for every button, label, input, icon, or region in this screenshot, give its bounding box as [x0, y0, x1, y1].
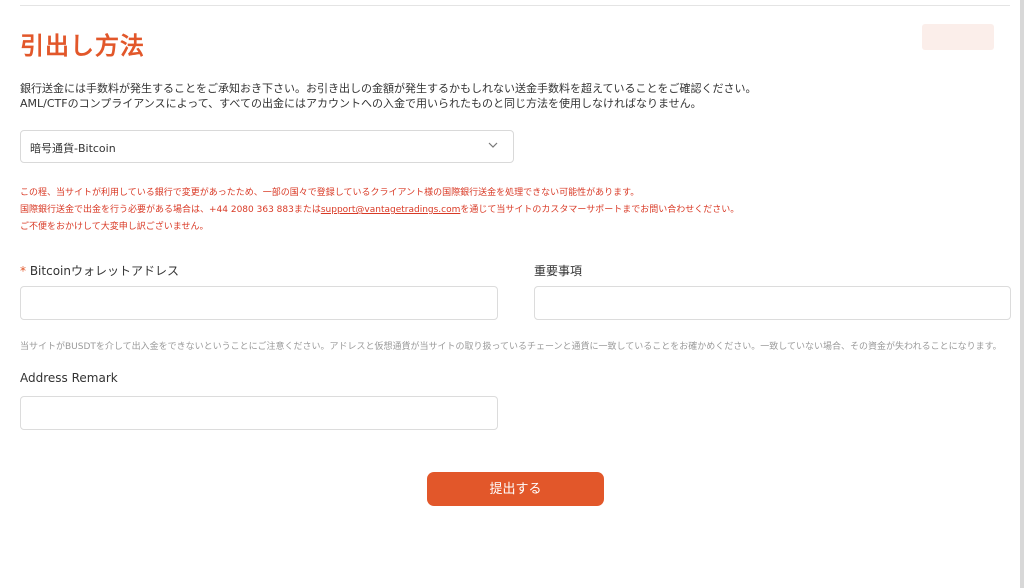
- faded-badge: [922, 24, 994, 50]
- bank-warning-contact-suffix: を通じて当サイトのカスタマーサポートまでお問い合わせください。: [460, 205, 740, 215]
- wallet-address-label-text: Bitcoinウォレットアドレス: [29, 264, 179, 278]
- support-email-link[interactable]: support@vantagetradings.com: [321, 205, 461, 215]
- busdt-hint: 当サイトがBUSDTを介して出入金をできないということにご注意ください。アドレス…: [20, 342, 1002, 352]
- important-notes-label: 重要事項: [534, 264, 583, 278]
- bank-warning-line-3: ご不便をおかけして大変申し訳ございません。: [20, 222, 209, 232]
- required-marker: *: [20, 264, 26, 278]
- submit-button[interactable]: 提出する: [427, 472, 604, 506]
- withdrawal-method-select[interactable]: 暗号通貨-Bitcoin: [20, 130, 514, 163]
- bank-warning: この程、当サイトが利用している銀行で変更があったため、一部の国々で登録しているク…: [20, 185, 739, 236]
- fee-notice-line-1: 銀行送金には手数料が発生することをご承知おき下さい。お引き出しの金額が発生するか…: [20, 82, 757, 95]
- address-remark-input[interactable]: [20, 396, 498, 430]
- bank-warning-line-2: 国際銀行送金で出金を行う必要がある場合は、+44 2080 363 883または…: [20, 202, 739, 219]
- chevron-down-icon: [488, 142, 498, 148]
- bank-warning-contact-text: 国際銀行送金で出金を行う必要がある場合は、+44 2080 363 883または: [20, 205, 321, 215]
- top-divider: [20, 5, 1010, 6]
- wallet-address-label: * Bitcoinウォレットアドレス: [20, 262, 179, 279]
- page-title: 引出し方法: [20, 32, 145, 60]
- fee-notice: 銀行送金には手数料が発生することをご承知おき下さい。お引き出しの金額が発生するか…: [20, 81, 756, 111]
- important-notes-input[interactable]: [534, 286, 1011, 320]
- address-remark-label: Address Remark: [20, 371, 118, 385]
- bank-warning-line-1: この程、当サイトが利用している銀行で変更があったため、一部の国々で登録しているク…: [20, 188, 640, 198]
- wallet-address-input[interactable]: [20, 286, 498, 320]
- window-edge: [1020, 0, 1024, 588]
- withdrawal-method-value: 暗号通貨-Bitcoin: [30, 142, 116, 155]
- fee-notice-line-2: AML/CTFのコンプライアンスによって、すべての出金にはアカウントへの入金で用…: [20, 97, 702, 110]
